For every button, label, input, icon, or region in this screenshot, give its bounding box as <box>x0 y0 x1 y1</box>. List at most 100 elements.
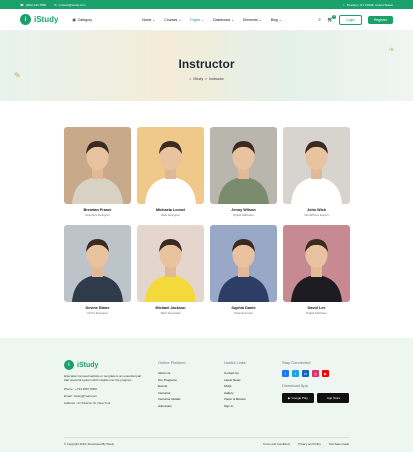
twitter-icon[interactable]: t <box>292 370 299 377</box>
nav-item-home[interactable]: Home ⌄ <box>142 18 155 22</box>
instructor-name[interactable]: Devine Blaire <box>64 306 131 310</box>
email-info[interactable]: ✉ contact@istudy.com <box>54 3 85 7</box>
instructor-card[interactable]: Jenny Wilson Digital Marketer <box>210 127 277 217</box>
instructor-photo[interactable] <box>137 225 204 302</box>
page-hero: ✎ ❧ Instructor ⌂ iStudy > Instructor <box>0 31 413 101</box>
cart-count-badge: 0 <box>332 14 337 19</box>
site-footer: i iStudy Education focused website or te… <box>0 338 413 452</box>
instructor-card[interactable]: Michaela Leonel Web Designer <box>137 127 204 217</box>
linkedin-icon[interactable]: in <box>302 370 309 377</box>
instructor-name[interactable]: Michael Jackson <box>137 306 204 310</box>
instructor-name[interactable]: Sophia Dante <box>210 306 277 310</box>
logo-mark-icon: i <box>64 360 74 370</box>
footer-bottom: © Copyright 2023 | Developed By iStudy T… <box>64 442 349 446</box>
nav-item-blog[interactable]: Blog ⌄ <box>271 18 282 22</box>
google-play-button[interactable]: ▶ Google Play <box>282 393 314 403</box>
instructor-photo[interactable] <box>64 225 131 302</box>
instructor-portrait <box>210 127 277 204</box>
instructor-portrait <box>283 225 350 302</box>
footer-link[interactable]: Sign In <box>224 403 246 410</box>
register-button[interactable]: Register <box>367 15 393 24</box>
nav-item-elements[interactable]: Elements ⌄ <box>243 18 262 22</box>
page-title: Instructor <box>178 57 235 71</box>
footer-phone: Phone : +724 4567 8900 <box>64 387 97 392</box>
decor-leaf-icon: ❧ <box>388 45 395 54</box>
instructor-card[interactable]: Michael Jackson SEO Specialist <box>137 225 204 315</box>
instructor-name[interactable]: John Wick <box>283 208 350 212</box>
instructor-card[interactable]: Sophia Dante Data Scientist <box>210 225 277 315</box>
instructor-name[interactable]: Jenny Wilson <box>210 208 277 212</box>
nav-item-courses[interactable]: Courses ⌄ <box>164 18 181 22</box>
phone-info[interactable]: ☎ (000) 444 7890 <box>20 3 46 7</box>
main-nav: Home ⌄ Courses ⌄ Pages ⌄ Dashboard ⌄ Element… <box>142 18 282 22</box>
breadcrumb-current: Instructor <box>209 77 224 81</box>
instructor-role: Data Scientist <box>234 311 253 315</box>
instructor-portrait <box>137 127 204 204</box>
footer-bottom-links: Terms and Conditions Privacy and Policy … <box>263 442 349 446</box>
breadcrumb-home[interactable]: iStudy <box>193 77 203 81</box>
instructor-portrait <box>64 225 131 302</box>
footer-logo[interactable]: i iStudy <box>64 360 142 370</box>
instructor-role: Digital Marketer <box>305 311 327 315</box>
instructor-role: Web Designer <box>161 213 180 217</box>
copyright-text: © Copyright 2023 | Developed By iStudy <box>64 442 115 446</box>
chevron-down-icon: ⌄ <box>201 17 205 22</box>
footer-email: Email : istudy@mail.com <box>64 394 97 399</box>
privacy-link[interactable]: Privacy and Policy <box>298 442 321 446</box>
breadcrumb: ⌂ iStudy > Instructor <box>0 77 413 81</box>
instructor-portrait <box>283 127 350 204</box>
instructor-card[interactable]: David Lee Digital Marketer <box>283 225 350 315</box>
footer-description: Education focused website or template is… <box>64 374 142 383</box>
footer-col-stay-connected: Stay Connected f t in ◎ ▶ Download App ▶… <box>282 360 349 403</box>
instructor-grid: Brendan Fraser Graphics Designer Michaela … <box>64 127 350 315</box>
logo-mark-icon: i <box>20 14 31 25</box>
site-logo[interactable]: i iStudy <box>20 14 58 25</box>
login-button[interactable]: Login <box>339 14 362 25</box>
nav-item-pages[interactable]: Pages ⌄ <box>190 18 204 22</box>
instructor-role: Graphics Designer <box>85 213 110 217</box>
mail-icon: ✉ <box>54 2 57 7</box>
purchase-guide-link[interactable]: Purchase Guide <box>329 442 349 446</box>
footer-address: Address : 27 Division St, New York <box>64 401 111 406</box>
footer-col-useful-links: Useful Links Contact Us Latest News FAQs… <box>224 360 246 410</box>
instructor-role: WordPress Expert <box>304 213 329 217</box>
cart-button[interactable]: 🛒︎ 0 <box>327 14 337 23</box>
facebook-icon[interactable]: f <box>282 370 289 377</box>
instructor-card[interactable]: Brendan Fraser Graphics Designer <box>64 127 131 217</box>
location-icon: ⌖ <box>342 2 345 7</box>
instructor-portrait <box>137 225 204 302</box>
search-icon[interactable]: ⌕ <box>318 17 321 23</box>
phone-icon: ☎ <box>20 2 24 7</box>
chevron-down-icon: ⌄ <box>278 17 282 22</box>
app-store-button[interactable]: App Store <box>317 393 349 403</box>
app-store-buttons: ▶ Google Play App Store <box>282 393 349 403</box>
instructor-portrait <box>210 225 277 302</box>
instructor-name[interactable]: David Lee <box>283 306 350 310</box>
main-header: i iStudy ▦ Category Home ⌄ Courses ⌄ Pages… <box>0 9 413 31</box>
footer-divider <box>64 437 349 438</box>
instructor-photo[interactable] <box>137 127 204 204</box>
instructor-photo[interactable] <box>64 127 131 204</box>
instructor-card[interactable]: John Wick WordPress Expert <box>283 127 350 217</box>
category-menu[interactable]: ▦ Category <box>72 18 92 22</box>
instructor-name[interactable]: Michaela Leonel <box>137 208 204 212</box>
top-bar: ☎ (000) 444 7890 ✉ contact@istudy.com ⌖ Bro… <box>0 0 413 9</box>
play-icon: ▶ <box>288 396 291 400</box>
instructor-photo[interactable] <box>210 127 277 204</box>
instructor-photo[interactable] <box>283 225 350 302</box>
instructor-photo[interactable] <box>210 225 277 302</box>
home-icon: ⌂ <box>189 77 192 81</box>
address-info: ⌖ Brooklyn, NY 10036, United States <box>342 2 393 7</box>
instagram-icon[interactable]: ◎ <box>312 370 319 377</box>
social-links: f t in ◎ ▶ <box>282 370 349 377</box>
instructor-photo[interactable] <box>283 127 350 204</box>
youtube-icon[interactable]: ▶ <box>322 370 329 377</box>
footer-col-online-platform: Online Platform About Us Our Programs Ev… <box>158 360 186 410</box>
footer-link[interactable]: Admission <box>158 403 186 410</box>
instructor-card[interactable]: Devine Blaire UI/UX Designer <box>64 225 131 315</box>
instructor-name[interactable]: Brendan Fraser <box>64 208 131 212</box>
footer-link[interactable]: Vision & Mission <box>224 396 246 403</box>
nav-item-dashboard[interactable]: Dashboard ⌄ <box>213 18 234 22</box>
terms-link[interactable]: Terms and Conditions <box>263 442 290 446</box>
chevron-down-icon: ⌄ <box>258 17 262 22</box>
